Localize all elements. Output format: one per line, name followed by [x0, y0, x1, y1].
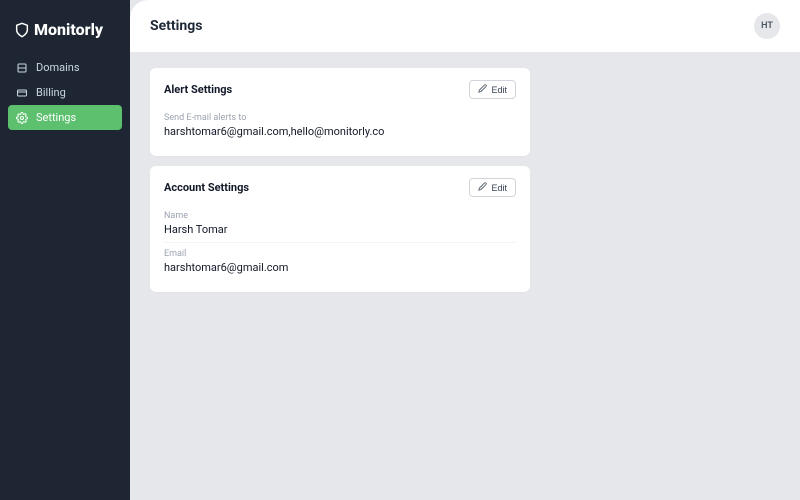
sidebar: Monitorly Domains Billing Settings: [0, 0, 130, 500]
field-value: harshtomar6@gmail.com,hello@monitorly.co: [164, 125, 516, 138]
gear-icon: [16, 112, 28, 124]
account-name-field: Name Harsh Tomar: [164, 205, 516, 242]
edit-account-button[interactable]: Edit: [469, 178, 516, 197]
alert-settings-card: Alert Settings Edit Send E-mail alerts t…: [150, 68, 530, 156]
avatar[interactable]: HT: [754, 13, 780, 39]
pencil-icon: [478, 84, 487, 95]
globe-icon: [16, 62, 28, 74]
edit-button-label: Edit: [491, 85, 507, 95]
shield-icon: [14, 22, 30, 38]
field-label: Send E-mail alerts to: [164, 113, 516, 123]
sidebar-item-label: Domains: [36, 61, 80, 74]
field-value: Harsh Tomar: [164, 223, 516, 236]
field-value: harshtomar6@gmail.com: [164, 261, 516, 274]
sidebar-item-label: Billing: [36, 86, 66, 99]
content-wrap: Settings HT Alert Settings Edit Send E-m…: [130, 0, 800, 500]
cards-area: Alert Settings Edit Send E-mail alerts t…: [130, 52, 550, 308]
main: Settings HT Alert Settings Edit Send E-m…: [130, 0, 800, 500]
brand: Monitorly: [0, 12, 130, 55]
sidebar-nav: Domains Billing Settings: [0, 55, 130, 130]
sidebar-item-label: Settings: [36, 111, 76, 124]
pencil-icon: [478, 182, 487, 193]
card-title: Account Settings: [164, 181, 249, 194]
edit-button-label: Edit: [491, 183, 507, 193]
field-label: Email: [164, 249, 516, 259]
field-label: Name: [164, 211, 516, 221]
card-header: Alert Settings Edit: [164, 80, 516, 99]
card-title: Alert Settings: [164, 83, 232, 96]
sidebar-item-billing[interactable]: Billing: [8, 80, 122, 105]
topbar: Settings HT: [130, 0, 800, 52]
page-title: Settings: [150, 18, 202, 34]
sidebar-item-settings[interactable]: Settings: [8, 105, 122, 130]
alert-email-field: Send E-mail alerts to harshtomar6@gmail.…: [164, 107, 516, 144]
account-settings-card: Account Settings Edit Name Harsh Tomar E…: [150, 166, 530, 292]
account-email-field: Email harshtomar6@gmail.com: [164, 242, 516, 280]
card-icon: [16, 87, 28, 99]
card-header: Account Settings Edit: [164, 178, 516, 197]
edit-alert-button[interactable]: Edit: [469, 80, 516, 99]
brand-name: Monitorly: [34, 20, 103, 39]
sidebar-item-domains[interactable]: Domains: [8, 55, 122, 80]
